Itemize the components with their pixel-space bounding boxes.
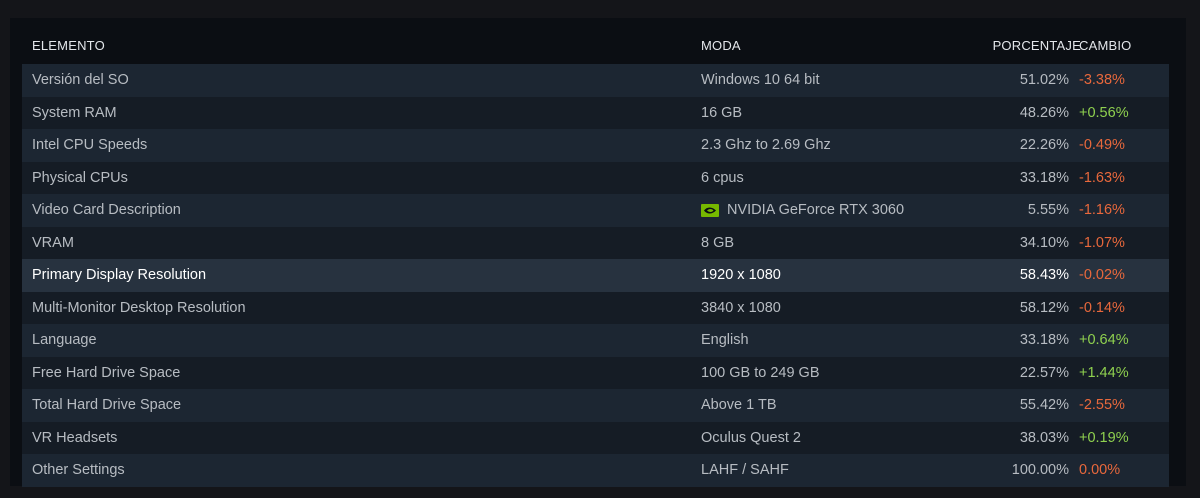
- row-percent-value: 55.42%: [1019, 397, 1069, 414]
- row-element-label: System RAM: [32, 104, 117, 121]
- table-row[interactable]: Physical CPUs 6 cpus 33.18% -1.63%: [22, 161, 1169, 194]
- row-change-value: -1.63%: [1079, 169, 1125, 186]
- row-mode-value: 6 cpus: [701, 170, 744, 186]
- row-percent-value: 33.18%: [1019, 332, 1069, 349]
- table-row[interactable]: Intel CPU Speeds 2.3 Ghz to 2.69 Ghz 22.26…: [22, 129, 1169, 162]
- row-mode-value: 16 GB: [701, 105, 742, 121]
- row-change-value: -2.55%: [1079, 397, 1125, 414]
- row-percent-value: 58.43%: [1019, 267, 1069, 284]
- row-change-value: -0.02%: [1079, 267, 1125, 284]
- column-header-percent[interactable]: PORCENTAJE: [993, 38, 1081, 53]
- row-mode-text: 6 cpus: [701, 169, 744, 186]
- row-percent-value: 22.26%: [1019, 137, 1069, 154]
- row-change-value: -1.07%: [1079, 234, 1125, 251]
- survey-table: ELEMENTO MODA PORCENTAJE CAMBIO Versión …: [22, 26, 1169, 487]
- row-element-label: Free Hard Drive Space: [32, 364, 181, 381]
- row-percent-value: 5.55%: [1027, 202, 1069, 219]
- hardware-survey-panel: ELEMENTO MODA PORCENTAJE CAMBIO Versión …: [10, 18, 1186, 487]
- row-mode-text: 3840 x 1080: [701, 299, 781, 316]
- row-mode-value: 100 GB to 249 GB: [701, 365, 820, 381]
- row-mode-value: NVIDIA GeForce RTX 3060: [701, 202, 904, 218]
- row-percent-value: 100.00%: [1011, 462, 1069, 479]
- row-change-value: +0.19%: [1079, 429, 1129, 446]
- row-mode-text: 8 GB: [701, 234, 735, 251]
- row-element-label: Other Settings: [32, 462, 125, 479]
- row-change-value: 0.00%: [1079, 462, 1121, 479]
- row-element-label: Multi-Monitor Desktop Resolution: [32, 299, 246, 316]
- row-element-label: Language: [32, 332, 97, 349]
- row-mode-text: LAHF / SAHF: [701, 462, 789, 479]
- row-percent-value: 38.03%: [1019, 429, 1069, 446]
- row-mode-text: 16 GB: [701, 104, 743, 121]
- row-mode-text: Windows 10 64 bit: [701, 72, 820, 89]
- row-mode-text: English: [701, 332, 749, 349]
- table-row[interactable]: Video Card Description NVIDIA GeForce RTX…: [22, 194, 1169, 227]
- row-mode-text: 1920 x 1080: [701, 267, 781, 284]
- row-mode-value: Oculus Quest 2: [701, 430, 801, 446]
- table-body: Versión del SO Windows 10 64 bit 51.02% -3.…: [22, 64, 1169, 487]
- row-mode-text: NVIDIA GeForce RTX 3060: [727, 202, 905, 219]
- nvidia-logo-icon: [701, 203, 719, 217]
- column-header-change[interactable]: CAMBIO: [1079, 38, 1131, 53]
- table-row[interactable]: System RAM 16 GB 48.26% +0.56%: [22, 96, 1169, 129]
- row-change-value: -3.38%: [1079, 72, 1125, 89]
- row-change-value: +0.56%: [1079, 104, 1129, 121]
- table-row[interactable]: Versión del SO Windows 10 64 bit 51.02% -3.…: [22, 64, 1169, 97]
- row-percent-value: 22.57%: [1019, 364, 1069, 381]
- row-mode-text: 100 GB to 249 GB: [701, 364, 820, 381]
- row-mode-text: Above 1 TB: [701, 397, 777, 414]
- row-element-label: VRAM: [32, 234, 74, 251]
- row-element-label: Physical CPUs: [32, 169, 128, 186]
- row-mode-value: English: [701, 332, 749, 348]
- row-element-label: Versión del SO: [32, 72, 129, 89]
- row-percent-value: 33.18%: [1019, 169, 1069, 186]
- row-percent-value: 34.10%: [1019, 234, 1069, 251]
- row-mode-value: 8 GB: [701, 235, 734, 251]
- column-header-element[interactable]: ELEMENTO: [32, 38, 105, 53]
- table-row[interactable]: Language English 33.18% +0.64%: [22, 324, 1169, 357]
- row-mode-value: 1920 x 1080: [701, 267, 781, 283]
- row-element-label: Primary Display Resolution: [32, 267, 207, 284]
- table-row[interactable]: Primary Display Resolution 1920 x 1080 58.…: [22, 259, 1169, 292]
- row-element-label: Total Hard Drive Space: [32, 397, 182, 414]
- table-row[interactable]: Other Settings LAHF / SAHF 100.00% 0.00%: [22, 454, 1169, 487]
- row-mode-text: 2.3 Ghz to 2.69 Ghz: [701, 137, 831, 154]
- row-change-value: -0.14%: [1079, 299, 1125, 316]
- row-change-value: -0.49%: [1079, 137, 1125, 154]
- row-mode-value: Windows 10 64 bit: [701, 72, 819, 88]
- row-mode-text: Oculus Quest 2: [701, 429, 801, 446]
- row-element-label: VR Headsets: [32, 429, 118, 446]
- table-row[interactable]: VR Headsets Oculus Quest 2 38.03% +0.19%: [22, 421, 1169, 454]
- row-change-value: +1.44%: [1079, 364, 1129, 381]
- row-mode-value: 2.3 Ghz to 2.69 Ghz: [701, 137, 831, 153]
- row-mode-value: Above 1 TB: [701, 397, 777, 413]
- row-percent-value: 58.12%: [1019, 299, 1069, 316]
- row-change-value: +0.64%: [1079, 332, 1129, 349]
- row-change-value: -1.16%: [1079, 202, 1125, 219]
- row-mode-value: 3840 x 1080: [701, 300, 781, 316]
- column-header-mode[interactable]: MODA: [701, 38, 741, 53]
- row-element-label: Video Card Description: [32, 202, 181, 219]
- table-header: ELEMENTO MODA PORCENTAJE CAMBIO: [22, 26, 1169, 64]
- table-row[interactable]: Free Hard Drive Space 100 GB to 249 GB 22.…: [22, 356, 1169, 389]
- table-row[interactable]: VRAM 8 GB 34.10% -1.07%: [22, 226, 1169, 259]
- table-row[interactable]: Total Hard Drive Space Above 1 TB 55.42% -2…: [22, 389, 1169, 422]
- row-element-label: Intel CPU Speeds: [32, 137, 148, 154]
- row-percent-value: 48.26%: [1019, 104, 1069, 121]
- table-row[interactable]: Multi-Monitor Desktop Resolution 3840 x 1…: [22, 291, 1169, 324]
- row-percent-value: 51.02%: [1019, 72, 1069, 89]
- row-mode-value: LAHF / SAHF: [701, 462, 789, 478]
